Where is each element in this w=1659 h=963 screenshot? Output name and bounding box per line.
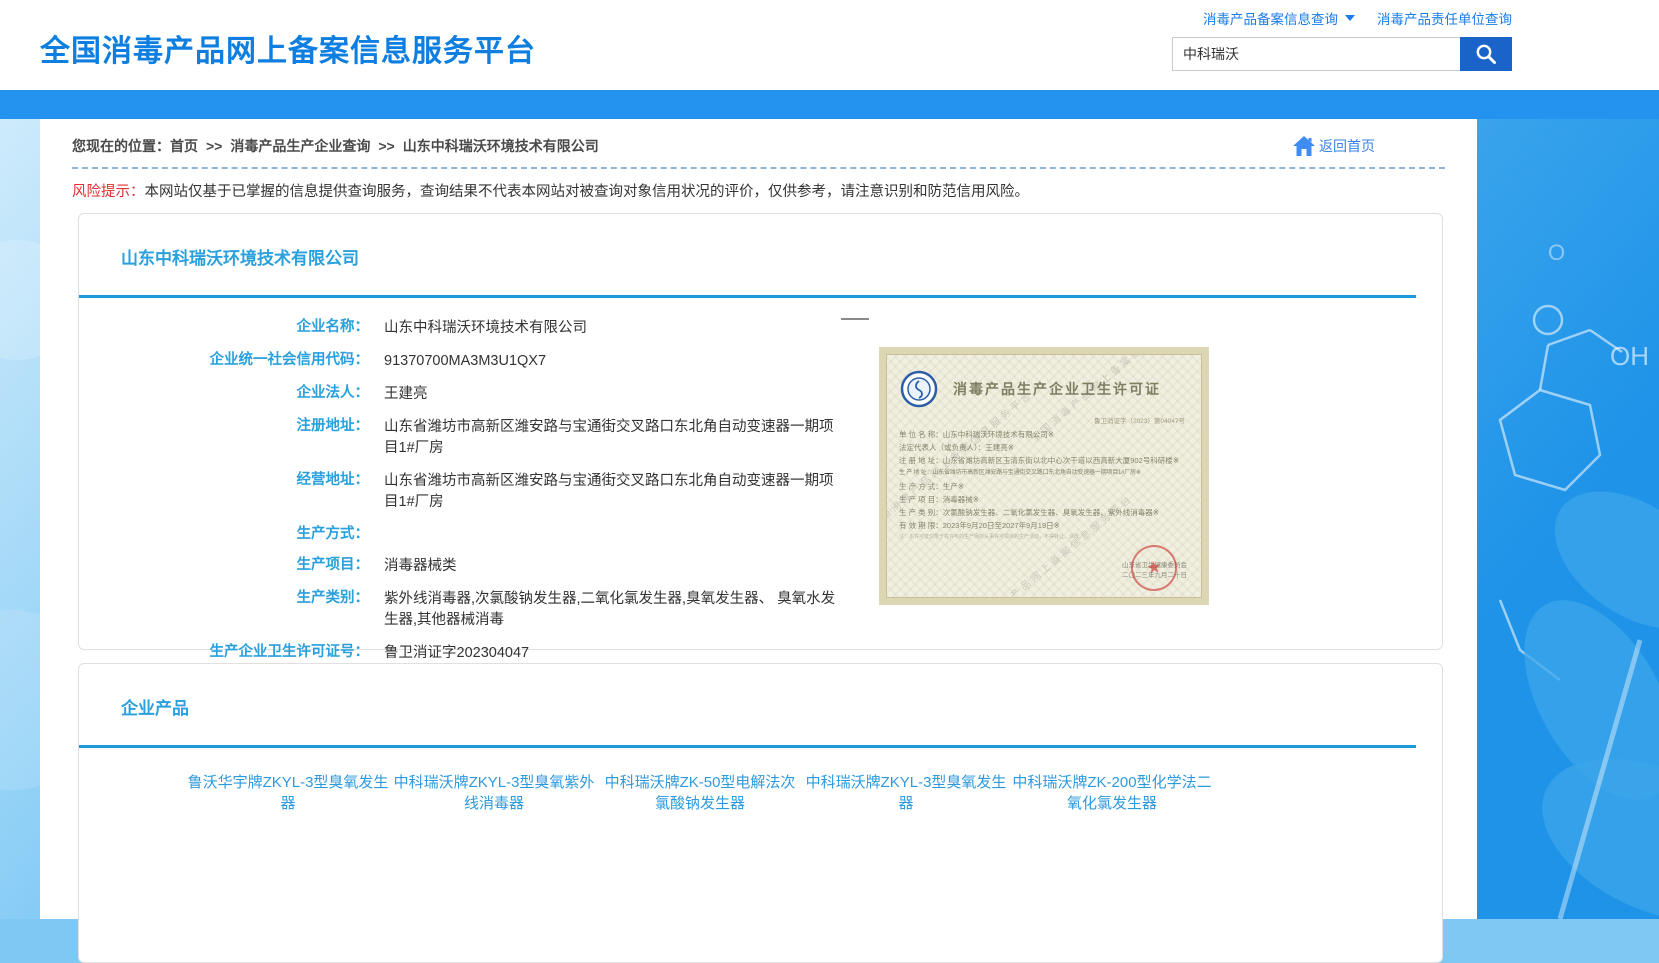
breadcrumb-row: 您现在的位置：首页 >> 消毒产品生产企业查询 >> 山东中科瑞沃环境技术有限公司 返回… bbox=[72, 134, 1445, 158]
field-value: 91370700MA3M3U1QX7 bbox=[369, 351, 847, 372]
nav-link-record-info-query[interactable]: 消毒产品备案信息查询 bbox=[1203, 8, 1338, 28]
breadcrumb-home[interactable]: 首页 bbox=[170, 138, 198, 154]
health-emblem-icon bbox=[899, 369, 939, 409]
product-links: 鲁沃华宇牌ZKYL-3型臭氧发生器 中科瑞沃牌ZKYL-3型臭氧紫外线消毒器 中… bbox=[79, 772, 1442, 830]
field-label: 经营地址： bbox=[79, 471, 369, 490]
certificate-number: 鲁卫消证字（2023）第04047号 bbox=[899, 415, 1189, 425]
certificate-line: 生 产 地 址：山东省潍坊市高新区潍安路与宝通街交叉路口东北角自动变速器一期项目… bbox=[899, 467, 1189, 480]
certificate-line: 生 产 方 式：生产※ bbox=[899, 480, 1189, 493]
products-card-title: 企业产品 bbox=[121, 694, 1442, 719]
hygiene-license-certificate-image: 全国消毒产品网上备案信息服务平台 全国消毒产品网上备案信息服务平台 全国消毒产品… bbox=[879, 347, 1209, 605]
search-icon bbox=[1474, 42, 1498, 66]
back-home-label: 返回首页 bbox=[1319, 136, 1375, 156]
breadcrumb-enterprise-query[interactable]: 消毒产品生产企业查询 bbox=[230, 138, 370, 154]
field-row-legal-person: 企业法人： 王建亮 bbox=[79, 384, 1442, 405]
certificate-line: 生 产 类 别：次氯酸钠发生器、二氧化氯发生器、臭氧发生器、紫外线消毒器※ bbox=[899, 506, 1189, 519]
field-row-business-address: 经营地址： 山东省潍坊市高新区潍安路与宝通街交叉路口东北角自动变速器一期项目1#… bbox=[79, 471, 1442, 513]
certificate-line: 注 册 地 址：山东省潍坊高新区玉清东街以北中心次干道以西高新大厦902号科研楼… bbox=[899, 454, 1189, 467]
chevron-down-icon[interactable] bbox=[1345, 15, 1355, 21]
certificate-line: 有 效 期 限：2023年9月20日至2027年9月19日※ bbox=[899, 519, 1189, 532]
field-label: 生产方式： bbox=[79, 525, 369, 544]
field-row-production-category: 生产类别： 紫外线消毒器,次氯酸钠发生器,二氧化氯发生器,臭氧发生器、 臭氧水发… bbox=[79, 589, 1442, 631]
company-products-card: 企业产品 鲁沃华宇牌ZKYL-3型臭氧发生器 中科瑞沃牌ZKYL-3型臭氧紫外线… bbox=[78, 663, 1443, 963]
field-label: 生产企业卫生许可证号： bbox=[79, 643, 369, 662]
field-value: 王建亮 bbox=[369, 384, 847, 405]
main-content: 您现在的位置：首页 >> 消毒产品生产企业查询 >> 山东中科瑞沃环境技术有限公司 返回… bbox=[40, 119, 1477, 919]
nav-link-responsible-unit-query[interactable]: 消毒产品责任单位查询 bbox=[1377, 8, 1512, 28]
field-label: 企业名称： bbox=[79, 318, 369, 337]
header-right: 消毒产品备案信息查询 消毒产品责任单位查询 bbox=[1172, 8, 1512, 71]
breadcrumb-current: 山东中科瑞沃环境技术有限公司 bbox=[403, 138, 599, 154]
product-link[interactable]: 鲁沃华宇牌ZKYL-3型臭氧发生器 bbox=[187, 772, 389, 814]
field-label: 生产类别： bbox=[79, 589, 369, 608]
company-fields: 企业名称： 山东中科瑞沃环境技术有限公司 企业统一社会信用代码： 9137070… bbox=[79, 318, 1442, 697]
field-value: 山东中科瑞沃环境技术有限公司 bbox=[369, 318, 847, 339]
seal-star: ★ bbox=[1145, 557, 1163, 579]
field-row-company-name: 企业名称： 山东中科瑞沃环境技术有限公司 bbox=[79, 318, 1442, 339]
risk-notice-text: 本网站仅基于已掌握的信息提供查询服务，查询结果不代表本网站对被查询对象信用状况的… bbox=[145, 184, 1030, 200]
field-value: 鲁卫消证字202304047 bbox=[369, 643, 847, 664]
field-row-credit-code: 企业统一社会信用代码： 91370700MA3M3U1QX7 bbox=[79, 351, 1442, 372]
field-row-production-project: 生产项目： 消毒器械类 bbox=[79, 556, 1442, 577]
field-row-license-number: 生产企业卫生许可证号： 鲁卫消证字202304047 bbox=[79, 643, 1442, 664]
field-value: 紫外线消毒器,次氯酸钠发生器,二氧化氯发生器,臭氧发生器、 臭氧水发生器,其他器… bbox=[369, 589, 847, 631]
certificate-line: 生 产 项 目：消毒器械※ bbox=[899, 493, 1189, 506]
home-icon bbox=[1292, 135, 1316, 157]
card-title-divider bbox=[79, 745, 1416, 748]
field-label: 生产项目： bbox=[79, 556, 369, 575]
red-seal-icon: ★ bbox=[1128, 542, 1180, 594]
certificate-line: 单 位 名 称：山东中科瑞沃环境技术有限公司※ bbox=[899, 428, 1189, 441]
product-link[interactable]: 中科瑞沃牌ZK-50型电解法次氯酸钠发生器 bbox=[599, 772, 801, 814]
dashed-divider bbox=[72, 167, 1445, 169]
field-label: 企业统一社会信用代码： bbox=[79, 351, 369, 370]
field-row-production-mode: 生产方式： bbox=[79, 525, 1442, 544]
search-box bbox=[1172, 37, 1512, 71]
breadcrumb-separator: >> bbox=[378, 138, 394, 154]
top-nav: 消毒产品备案信息查询 消毒产品责任单位查询 bbox=[1172, 8, 1512, 28]
certificate-line: 法定代表人（或负责人）：王建亮※ bbox=[899, 441, 1189, 454]
field-label: 注册地址： bbox=[79, 417, 369, 436]
risk-notice-label: 风险提示： bbox=[72, 184, 145, 200]
card-title-divider bbox=[79, 295, 1416, 298]
back-home-link[interactable]: 返回首页 bbox=[1292, 135, 1375, 157]
field-value: 山东省潍坊市高新区潍安路与宝通街交叉路口东北角自动变速器一期项目1#厂房 bbox=[369, 471, 847, 513]
site-title: 全国消毒产品网上备案信息服务平台 bbox=[40, 26, 536, 70]
certificate-inner: 全国消毒产品网上备案信息服务平台 全国消毒产品网上备案信息服务平台 全国消毒产品… bbox=[886, 354, 1202, 598]
search-input[interactable] bbox=[1172, 37, 1460, 71]
svg-text:O: O bbox=[1548, 240, 1565, 265]
certificate-body: 单 位 名 称：山东中科瑞沃环境技术有限公司※ 法定代表人（或负责人）：王建亮※… bbox=[899, 428, 1189, 532]
header-blue-bar bbox=[0, 90, 1659, 119]
product-link[interactable]: 中科瑞沃牌ZK-200型化学法二氧化氯发生器 bbox=[1011, 772, 1213, 814]
svg-text:OH: OH bbox=[1610, 341, 1649, 371]
breadcrumb: 您现在的位置：首页 >> 消毒产品生产企业查询 >> 山东中科瑞沃环境技术有限公司 bbox=[72, 136, 599, 156]
product-link[interactable]: 中科瑞沃牌ZKYL-3型臭氧紫外线消毒器 bbox=[393, 772, 595, 814]
breadcrumb-separator: >> bbox=[206, 138, 222, 154]
certificate-title: 消毒产品生产企业卫生许可证 bbox=[953, 379, 1161, 399]
search-button[interactable] bbox=[1460, 37, 1512, 71]
certificate-header: 消毒产品生产企业卫生许可证 bbox=[899, 369, 1189, 409]
company-card-title: 山东中科瑞沃环境技术有限公司 bbox=[121, 244, 1442, 269]
field-value: 山东省潍坊市高新区潍安路与宝通街交叉路口东北角自动变速器一期项目1#厂房 bbox=[369, 417, 847, 459]
top-header: 全国消毒产品网上备案信息服务平台 消毒产品备案信息查询 消毒产品责任单位查询 bbox=[0, 0, 1659, 90]
certificate-note: 注：本许可证仅限于在许可的生产场所从事许可项目的生产活动，不得转让、涂改。 bbox=[899, 534, 1131, 541]
field-value: 消毒器械类 bbox=[369, 556, 847, 577]
risk-notice: 风险提示：本网站仅基于已掌握的信息提供查询服务，查询结果不代表本网站对被查询对象… bbox=[72, 180, 1445, 201]
field-row-registered-address: 注册地址： 山东省潍坊市高新区潍安路与宝通街交叉路口东北角自动变速器一期项目1#… bbox=[79, 417, 1442, 459]
company-info-card: 山东中科瑞沃环境技术有限公司 企业名称： 山东中科瑞沃环境技术有限公司 企业统一… bbox=[78, 213, 1443, 650]
breadcrumb-prefix: 您现在的位置： bbox=[72, 138, 170, 154]
field-label: 企业法人： bbox=[79, 384, 369, 403]
certificate-scan-mark bbox=[841, 318, 869, 320]
product-link[interactable]: 中科瑞沃牌ZKYL-3型臭氧发生器 bbox=[805, 772, 1007, 814]
